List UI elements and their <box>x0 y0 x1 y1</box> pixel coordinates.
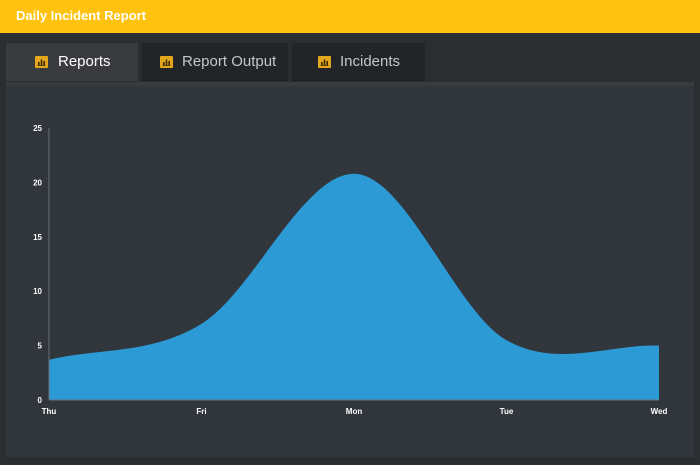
y-tick-label: 10 <box>33 287 42 296</box>
chart-panel: 0 5 10 15 20 25 Thu Fri Mon Tue Wed <box>6 82 694 457</box>
tab-label: Incidents <box>340 53 401 70</box>
bar-chart-icon <box>318 56 331 68</box>
x-tick-label: Wed <box>651 407 668 416</box>
tab-incidents[interactable]: Incidents <box>292 43 425 81</box>
y-tick-label: 25 <box>33 124 42 133</box>
y-tick-label: 5 <box>38 342 43 351</box>
x-tick-label: Mon <box>346 407 363 416</box>
x-tick-label: Thu <box>42 407 57 416</box>
tab-label: Reports <box>58 53 111 70</box>
tab-strip: Reports Report Output Incidents <box>6 43 694 82</box>
tab-report-output[interactable]: Report Output <box>142 43 288 81</box>
header-bar: Daily Incident Report <box>0 0 700 33</box>
y-tick-label: 15 <box>33 233 42 242</box>
bar-chart-icon <box>160 56 173 68</box>
tab-label: Report Output <box>182 53 277 70</box>
page-title: Daily Incident Report <box>16 8 147 23</box>
bar-chart-icon <box>35 56 48 68</box>
x-tick-label: Fri <box>196 407 206 416</box>
series-area <box>49 173 659 400</box>
tab-reports[interactable]: Reports <box>6 43 138 81</box>
y-tick-label: 20 <box>33 178 42 187</box>
y-tick-label: 0 <box>38 396 43 405</box>
area-chart: 0 5 10 15 20 25 Thu Fri Mon Tue Wed <box>33 124 668 416</box>
x-tick-label: Tue <box>500 407 514 416</box>
